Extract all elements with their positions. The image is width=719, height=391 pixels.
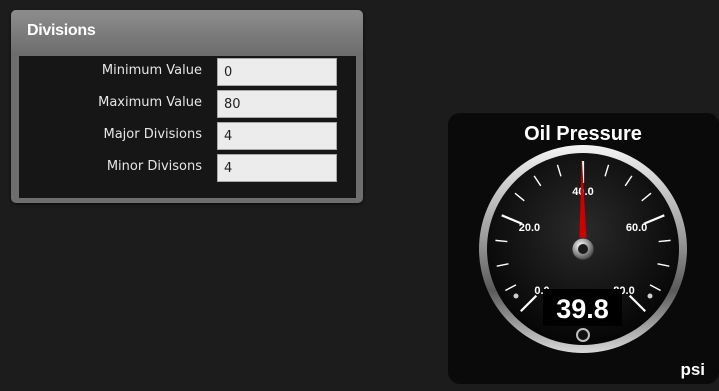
major-divisions-row: Major Divisions (19, 120, 356, 151)
maximum-value-row: Maximum Value (19, 88, 356, 119)
gauge-unit: psi (680, 360, 705, 379)
divisions-panel: Divisions Minimum Value Maximum Value Ma… (11, 10, 363, 203)
digital-readout: 39.8 (556, 294, 609, 324)
tick-label: 20.0 (519, 222, 540, 234)
gauge-svg: Oil Pressure 0.020.040.060.080.0 39.8 ps… (448, 113, 719, 384)
panel-title: Divisions (27, 22, 96, 39)
minor-divisions-label: Minor Divisons (106, 159, 202, 174)
minimum-value-label: Minimum Value (101, 63, 202, 78)
gauge-title: Oil Pressure (524, 123, 642, 145)
tick-label: 60.0 (626, 222, 647, 234)
minor-divisions-input[interactable] (217, 154, 337, 182)
panel-body: Minimum Value Maximum Value Major Divisi… (19, 56, 356, 198)
minor-divisions-row: Minor Divisons (19, 152, 356, 183)
panel-header: Divisions (11, 10, 363, 56)
oil-pressure-gauge: Oil Pressure 0.020.040.060.080.0 39.8 ps… (448, 113, 719, 384)
needle-hub-center (578, 244, 588, 254)
minimum-value-input[interactable] (217, 58, 337, 86)
maximum-value-input[interactable] (217, 90, 337, 118)
max-stop-dot (647, 293, 653, 299)
minimum-value-row: Minimum Value (19, 56, 356, 87)
min-stop-dot (513, 293, 519, 299)
major-divisions-label: Major Divisions (103, 127, 202, 142)
maximum-value-label: Maximum Value (98, 95, 202, 110)
major-divisions-input[interactable] (217, 122, 337, 150)
reset-knob-icon[interactable] (576, 328, 590, 342)
